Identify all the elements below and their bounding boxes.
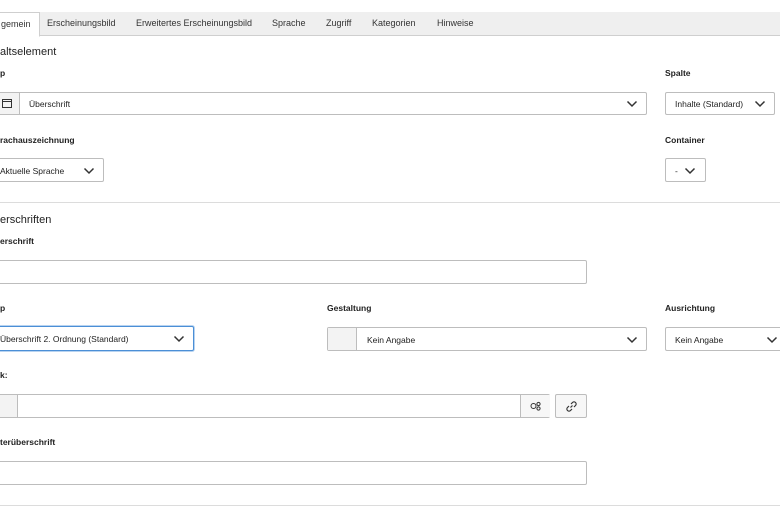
chevron-down-icon: [754, 100, 766, 108]
heading-type-value: Überschrift 2. Ordnung (Standard): [0, 334, 129, 344]
section-divider: [0, 202, 780, 203]
chevron-down-icon: [83, 167, 95, 175]
type-label: p: [0, 68, 6, 78]
chevron-down-icon: [626, 100, 638, 108]
language-label: rachauszeichnung: [0, 135, 75, 145]
tab-label: Kategorien: [372, 18, 416, 28]
content-type-select[interactable]: Überschrift: [0, 92, 647, 115]
section-title-headings: erschriften: [0, 214, 52, 226]
tab-language[interactable]: Sprache: [272, 12, 306, 35]
tab-label: Erscheinungsbild: [47, 18, 116, 28]
container-select[interactable]: -: [665, 158, 706, 182]
chevron-down-icon: [173, 335, 185, 343]
heading-type-label: p: [0, 303, 6, 313]
tab-appearance[interactable]: Erscheinungsbild: [47, 12, 116, 35]
content-type-value: Überschrift: [29, 99, 71, 109]
link-addon: [0, 395, 18, 417]
tab-general[interactable]: gemein: [0, 12, 40, 37]
subheading-label: terüberschrift: [0, 437, 56, 447]
column-value: Inhalte (Standard): [675, 99, 744, 109]
link-browser-icon: [530, 401, 541, 411]
subheading-input[interactable]: [0, 461, 587, 485]
tab-access[interactable]: Zugriff: [326, 12, 351, 35]
link-button[interactable]: [555, 394, 587, 418]
tab-label: Sprache: [272, 18, 306, 28]
container-label: Container: [665, 135, 705, 145]
language-value: Aktuelle Sprache: [0, 166, 65, 176]
heading-input[interactable]: [0, 260, 587, 284]
link-label: k:: [0, 370, 8, 380]
tab-notes[interactable]: Hinweise: [437, 12, 474, 35]
link-icon: [566, 401, 577, 412]
column-select[interactable]: Inhalte (Standard): [665, 92, 775, 115]
design-value: Kein Angabe: [367, 335, 416, 345]
chevron-down-icon: [684, 167, 696, 175]
content-type-icon-addon: [0, 93, 20, 114]
align-select[interactable]: Kein Angabe: [665, 327, 780, 351]
bottom-divider: [0, 505, 780, 506]
chevron-down-icon: [626, 336, 638, 344]
language-select[interactable]: Aktuelle Sprache: [0, 158, 104, 182]
design-select[interactable]: Kein Angabe: [327, 327, 647, 351]
link-input[interactable]: [0, 394, 550, 418]
design-label: Gestaltung: [327, 303, 372, 313]
align-label: Ausrichtung: [665, 303, 716, 313]
tab-label: gemein: [1, 19, 31, 29]
content-element-icon: [2, 99, 12, 108]
align-value: Kein Angabe: [675, 335, 724, 345]
chevron-down-icon: [766, 336, 778, 344]
design-icon-addon: [328, 328, 357, 350]
tab-label: Hinweise: [437, 18, 474, 28]
column-label: Spalte: [665, 68, 691, 78]
tab-categories[interactable]: Kategorien: [372, 12, 416, 35]
heading-label: erschrift: [0, 236, 35, 246]
heading-type-select[interactable]: Überschrift 2. Ordnung (Standard): [0, 326, 194, 351]
tab-extended-appearance[interactable]: Erweitertes Erscheinungsbild: [136, 12, 252, 35]
container-value: -: [675, 166, 678, 176]
link-browser-button[interactable]: [520, 395, 550, 417]
tab-label: Erweitertes Erscheinungsbild: [136, 18, 253, 28]
tab-label: Zugriff: [326, 18, 352, 28]
section-title-content-element: altselement: [0, 46, 57, 58]
